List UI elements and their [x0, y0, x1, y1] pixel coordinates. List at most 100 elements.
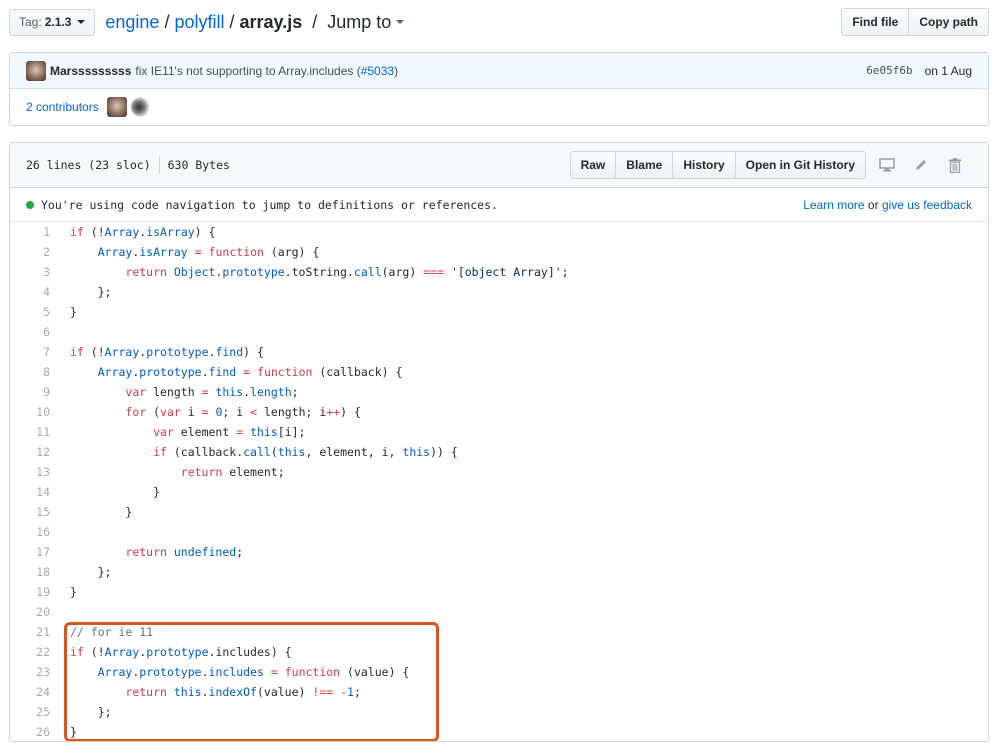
breadcrumb-separator: / [164, 11, 170, 32]
line-number[interactable]: 19 [10, 585, 50, 599]
commit-meta: 6e05f6b on 1 Aug [866, 64, 972, 78]
breadcrumb-separator: / [312, 11, 318, 32]
pr-link[interactable]: #5033 [361, 64, 394, 78]
contributors-link[interactable]: 2 contributors [26, 100, 99, 114]
line-number[interactable]: 2 [10, 245, 50, 259]
code-line: 8 Array.prototype.find = function (callb… [10, 362, 988, 382]
line-number[interactable]: 22 [10, 645, 50, 659]
line-number[interactable]: 16 [10, 525, 50, 539]
author-avatar[interactable] [26, 60, 46, 81]
code-line: 23 Array.prototype.includes = function (… [10, 662, 988, 682]
commit-message[interactable]: fix IE11's not supporting to Array.inclu… [135, 64, 398, 78]
branch-tag-selector[interactable]: Tag: 2.1.3 [9, 8, 96, 36]
commit-message-suffix: ) [394, 63, 399, 78]
code-line: 21 // for ie 11 [10, 622, 988, 642]
find-file-button[interactable]: Find file [841, 8, 910, 36]
line-number[interactable]: 26 [10, 725, 50, 739]
breadcrumb-folder-link[interactable]: polyfill [174, 12, 224, 33]
code-navigation-banner: You're using code navigation to jump to … [10, 188, 988, 222]
commit-row: Marsssssssss fix IE11's not supporting t… [10, 53, 988, 89]
code-line: 19} [10, 582, 988, 602]
line-number[interactable]: 6 [10, 325, 50, 339]
code-line: 25 }; [10, 702, 988, 722]
copy-path-button[interactable]: Copy path [909, 8, 989, 36]
line-number[interactable]: 3 [10, 265, 50, 279]
delete-file-button[interactable] [938, 151, 972, 179]
line-number[interactable]: 15 [10, 505, 50, 519]
jump-to-label: Jump to [327, 11, 392, 32]
line-number[interactable]: 17 [10, 545, 50, 559]
code-line: 15 } [10, 502, 988, 522]
caret-down-icon [77, 20, 86, 24]
line-source: } [70, 505, 133, 519]
line-number[interactable]: 23 [10, 665, 50, 679]
line-number[interactable]: 10 [10, 405, 50, 419]
code-line: 16 [10, 522, 988, 542]
code-line: 17 return undefined; [10, 542, 988, 562]
status-dot-icon [26, 200, 34, 209]
pencil-icon [916, 160, 926, 170]
line-source: return element; [180, 465, 285, 479]
commit-date: on 1 Aug [924, 63, 972, 78]
file-action-buttons: Raw Blame History Open in Git History [569, 151, 866, 179]
line-number[interactable]: 5 [10, 305, 50, 319]
breadcrumb-file-name: array.js [239, 11, 303, 32]
code-line: 11 var element = this[i]; [10, 422, 988, 442]
breadcrumb: engine / polyfill / array.js / Jump to [105, 11, 405, 33]
line-number[interactable]: 20 [10, 605, 50, 619]
line-number[interactable]: 21 [10, 625, 50, 639]
line-source: }; [70, 705, 112, 719]
line-number[interactable]: 24 [10, 685, 50, 699]
line-source: Array.isArray = function (arg) { [97, 245, 320, 259]
line-source: Array.prototype.find = function (callbac… [97, 365, 403, 379]
line-source: var element = this[i]; [153, 425, 306, 439]
line-number[interactable]: 18 [10, 565, 50, 579]
code-line: 6 [10, 322, 988, 342]
banner-or-text: or [864, 197, 882, 212]
line-number[interactable]: 7 [10, 345, 50, 359]
line-source: Array.prototype.includes = function (val… [97, 665, 410, 679]
line-number[interactable]: 1 [10, 225, 50, 239]
line-number[interactable]: 13 [10, 465, 50, 479]
code-line: 14 } [10, 482, 988, 502]
file-nav-actions: Find file Copy path [841, 8, 989, 36]
contributor-avatar[interactable] [130, 97, 151, 117]
breadcrumb-repo-link[interactable]: engine [105, 12, 159, 33]
code-line: 1 if (!Array.isArray) { [10, 222, 988, 242]
raw-button[interactable]: Raw [569, 151, 617, 179]
open-in-git-history-button[interactable]: Open in Git History [735, 151, 866, 179]
commit-sha[interactable]: 6e05f6b [866, 64, 912, 77]
line-source: if (callback.call(this, element, i, this… [153, 445, 458, 459]
line-source: var length = this.length; [125, 385, 299, 399]
line-number[interactable]: 4 [10, 285, 50, 299]
contributor-avatar[interactable] [106, 97, 127, 117]
blame-button[interactable]: Blame [616, 151, 674, 179]
code-line: 24 return this.indexOf(value) !== -1; [10, 682, 988, 702]
line-source: return undefined; [125, 545, 244, 559]
contributors-row: 2 contributors [10, 89, 988, 125]
learn-more-link[interactable]: Learn more [803, 198, 864, 212]
edit-file-button[interactable] [904, 151, 938, 179]
line-number[interactable]: 11 [10, 425, 50, 439]
line-source: // for ie 11 [70, 625, 154, 639]
line-number[interactable]: 25 [10, 705, 50, 719]
give-feedback-link[interactable]: give us feedback [882, 198, 972, 212]
line-number[interactable]: 9 [10, 385, 50, 399]
commit-author[interactable]: Marsssssssss [50, 64, 131, 78]
breadcrumb-separator: / [229, 11, 235, 32]
line-number[interactable]: 14 [10, 485, 50, 499]
line-source: if (!Array.prototype.includes) { [70, 645, 292, 659]
line-source: } [70, 485, 161, 499]
open-desktop-button[interactable] [870, 151, 904, 179]
line-number[interactable]: 8 [10, 365, 50, 379]
line-source: }; [70, 565, 112, 579]
history-button[interactable]: History [673, 151, 736, 179]
line-source: } [70, 585, 77, 599]
banner-links: Learn more or give us feedback [803, 198, 972, 212]
file-lines-info: 26 lines (23 sloc) [26, 158, 151, 172]
line-source: } [70, 725, 77, 739]
jump-to-dropdown[interactable]: Jump to [327, 11, 405, 33]
line-number[interactable]: 12 [10, 445, 50, 459]
file-info: 26 lines (23 sloc) 630 Bytes [26, 156, 230, 174]
code-line: 12 if (callback.call(this, element, i, t… [10, 442, 988, 462]
